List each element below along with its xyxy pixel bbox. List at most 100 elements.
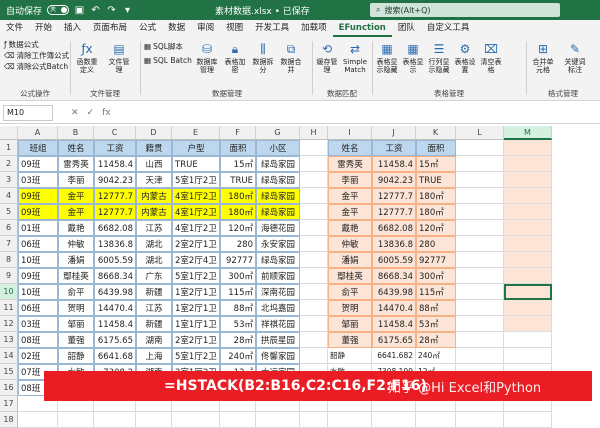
table-cell[interactable]: 03班 (18, 172, 58, 188)
table-cell[interactable]: 8668.34 (94, 268, 136, 284)
empty-cell[interactable] (300, 220, 328, 236)
table-cell[interactable]: 海德花园 (256, 220, 300, 236)
row-header[interactable]: 2 (0, 156, 18, 172)
table-cell[interactable]: 11458.4 (94, 156, 136, 172)
menu-9[interactable]: 加载项 (295, 20, 333, 37)
menu-6[interactable]: 审阅 (191, 20, 220, 37)
table-cell[interactable]: 09班 (18, 188, 58, 204)
table-cell[interactable]: TRUE (220, 172, 256, 188)
table-cell[interactable] (18, 412, 58, 428)
table-cell[interactable]: 88㎡ (220, 300, 256, 316)
result-cell[interactable]: 6682.08 (372, 220, 416, 236)
row-header[interactable]: 9 (0, 268, 18, 284)
table-cell[interactable]: 1室1厅1卫 (172, 316, 220, 332)
empty-cell[interactable] (456, 172, 504, 188)
table-cell[interactable]: 180㎡ (220, 188, 256, 204)
menu-8[interactable]: 开发工具 (249, 20, 295, 37)
result-cell[interactable]: 120㎡ (416, 220, 456, 236)
table-cell[interactable]: 绿岛家园 (256, 172, 300, 188)
table-cell[interactable]: 江苏 (136, 300, 172, 316)
table-cell[interactable]: 董强 (58, 332, 94, 348)
result-cell[interactable]: 180㎡ (416, 188, 456, 204)
table-cell[interactable]: 贺明 (58, 300, 94, 316)
table-cell[interactable]: TRUE (172, 156, 220, 172)
empty-cell[interactable] (456, 156, 504, 172)
table-cell[interactable]: 金平 (58, 188, 94, 204)
table-cell[interactable]: 潘娟 (58, 252, 94, 268)
table-cell[interactable]: 2室2厅1卫 (172, 332, 220, 348)
empty-cell[interactable] (504, 204, 552, 220)
clear-formula-batch-button[interactable]: ⌫ 清除公式Batch (4, 61, 68, 72)
table-cell[interactable]: 户型 (172, 140, 220, 156)
row-header[interactable]: 15 (0, 364, 18, 380)
table-cell[interactable]: 06班 (18, 300, 58, 316)
result-cell[interactable]: 180㎡ (416, 204, 456, 220)
empty-cell[interactable] (504, 268, 552, 284)
cancel-icon[interactable]: ✕ (71, 108, 79, 118)
empty-cell[interactable] (504, 252, 552, 268)
table-cell[interactable]: 9042.23 (94, 172, 136, 188)
empty-cell[interactable] (456, 204, 504, 220)
table-cell[interactable]: 10班 (18, 252, 58, 268)
simple-match-button[interactable]: ⇄ Simple Match (342, 41, 368, 74)
result-cell[interactable]: 姓名 (328, 140, 372, 156)
empty-cell[interactable] (504, 316, 552, 332)
empty-cell[interactable] (300, 284, 328, 300)
empty-cell[interactable] (300, 412, 328, 428)
empty-cell[interactable] (300, 204, 328, 220)
result-cell[interactable]: 6641.682 (372, 348, 416, 364)
result-cell[interactable]: 11458.4 (372, 156, 416, 172)
row-header[interactable]: 4 (0, 188, 18, 204)
column-header[interactable]: I (328, 126, 372, 140)
menu-4[interactable]: 公式 (133, 20, 162, 37)
table-cell[interactable]: 小区 (256, 140, 300, 156)
row-header[interactable]: 6 (0, 220, 18, 236)
column-header[interactable]: B (58, 126, 94, 140)
column-header[interactable]: C (94, 126, 136, 140)
result-cell[interactable] (328, 412, 372, 428)
table-cell[interactable]: 湖南 (136, 332, 172, 348)
result-cell[interactable]: 280 (416, 236, 456, 252)
table-cell[interactable]: 新疆 (136, 316, 172, 332)
row-header[interactable]: 7 (0, 236, 18, 252)
empty-cell[interactable] (456, 348, 504, 364)
empty-cell[interactable] (504, 412, 552, 428)
empty-cell[interactable] (456, 140, 504, 156)
table-cell[interactable] (136, 412, 172, 428)
table-cell[interactable]: 180㎡ (220, 204, 256, 220)
table-cell[interactable]: 1室2厅1卫 (172, 300, 220, 316)
table-cell[interactable]: 面积 (220, 140, 256, 156)
table-cell[interactable]: 籍贯 (136, 140, 172, 156)
empty-cell[interactable] (300, 300, 328, 316)
result-cell[interactable]: 300㎡ (416, 268, 456, 284)
table-cell[interactable]: 永安家园 (256, 236, 300, 252)
column-header[interactable]: D (136, 126, 172, 140)
sql-script-button[interactable]: ▦ SQL脚本 (144, 41, 183, 52)
column-header[interactable]: G (256, 126, 300, 140)
empty-cell[interactable] (300, 348, 328, 364)
table-cell[interactable]: 15㎡ (220, 156, 256, 172)
cache-manage-button[interactable]: ⟲ 缓存管理 (314, 41, 340, 74)
search-box[interactable]: ⌕ 搜索(Alt+Q) (370, 3, 560, 17)
table-show-hide-button[interactable]: ▦ 表格显示隐藏 (374, 41, 400, 74)
empty-cell[interactable] (300, 156, 328, 172)
save-icon[interactable]: ▣ (74, 5, 85, 16)
empty-cell[interactable] (456, 220, 504, 236)
undo-icon[interactable]: ↶ (90, 5, 101, 16)
table-cell[interactable]: 1室2厅1卫 (172, 284, 220, 300)
empty-cell[interactable] (300, 188, 328, 204)
table-cell[interactable]: 内蒙古 (136, 204, 172, 220)
menu-0[interactable]: 文件 (0, 20, 29, 37)
result-cell[interactable]: 12777.7 (372, 204, 416, 220)
table-cell[interactable]: 06班 (18, 236, 58, 252)
result-cell[interactable]: 53㎡ (416, 316, 456, 332)
table-cell[interactable]: 祥祺花园 (256, 316, 300, 332)
table-cell[interactable]: 6175.65 (94, 332, 136, 348)
empty-cell[interactable] (300, 172, 328, 188)
table-cell[interactable]: 6005.59 (94, 252, 136, 268)
table-cell[interactable]: 4室1厅2卫 (172, 188, 220, 204)
result-cell[interactable]: 88㎡ (416, 300, 456, 316)
table-cell[interactable]: 班组 (18, 140, 58, 156)
table-cell[interactable]: 120㎡ (220, 220, 256, 236)
result-cell[interactable]: TRUE (416, 172, 456, 188)
